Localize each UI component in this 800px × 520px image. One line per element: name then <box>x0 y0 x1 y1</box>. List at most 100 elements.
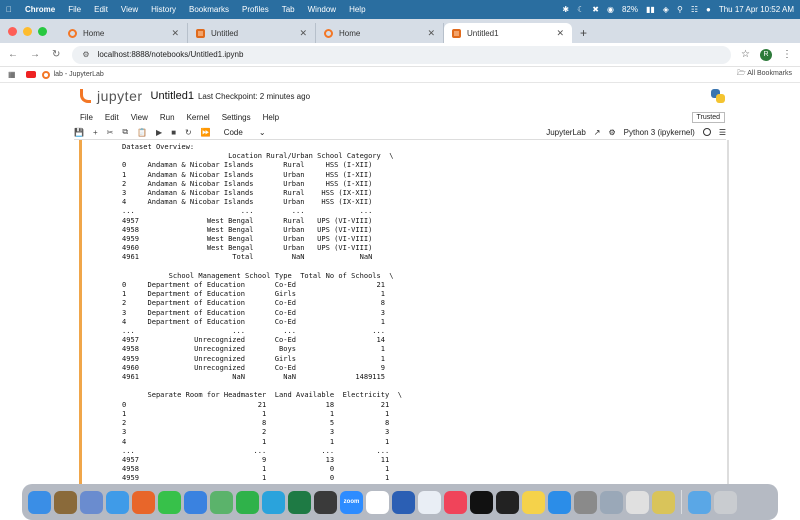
battery-icon[interactable]: ▮▮ <box>646 5 655 14</box>
gear-icon[interactable]: ⚙ <box>609 128 616 137</box>
menu-file[interactable]: File <box>68 5 81 14</box>
menu-profiles[interactable]: Profiles <box>242 5 269 14</box>
add-cell-icon[interactable]: + <box>93 128 98 137</box>
bookmark-star-icon[interactable]: ☆ <box>741 49 750 60</box>
kernel-name[interactable]: Python 3 (ipykernel) <box>624 128 695 137</box>
app-name[interactable]: Chrome <box>25 5 55 14</box>
messages-icon[interactable] <box>158 490 181 514</box>
battery-percent[interactable]: 82% <box>622 5 638 14</box>
wifi-icon[interactable]: ◈ <box>663 5 669 14</box>
calendar-icon[interactable] <box>366 490 389 514</box>
copy-icon[interactable]: ⧉ <box>122 127 128 137</box>
notebook-area[interactable]: Dataset Overview: Location Rural/Urban S… <box>0 140 800 484</box>
zoom-window-button[interactable] <box>38 27 47 36</box>
settings-icon[interactable] <box>574 490 597 514</box>
reload-icon[interactable]: ↻ <box>52 49 60 60</box>
jmenu-settings[interactable]: Settings <box>222 113 251 122</box>
menu-tab[interactable]: Tab <box>282 5 295 14</box>
control-center-icon[interactable]: ☷ <box>691 5 698 14</box>
new-tab-icon[interactable]: + <box>580 23 587 43</box>
telegram-icon[interactable] <box>262 490 285 514</box>
mail-icon[interactable] <box>184 490 207 514</box>
minimize-window-button[interactable] <box>23 27 32 36</box>
stop-icon[interactable]: ■ <box>171 128 176 137</box>
close-icon[interactable]: ✕ <box>171 28 179 39</box>
music-icon[interactable] <box>444 490 467 514</box>
trusted-badge[interactable]: Trusted <box>691 111 725 123</box>
record-icon[interactable]: ◉ <box>607 5 614 14</box>
apps-grid-icon[interactable] <box>80 490 103 514</box>
bluetooth-icon[interactable]: ✱ <box>562 5 569 14</box>
menu-window[interactable]: Window <box>308 5 336 14</box>
bookmark-jupyterlab[interactable]: lab - JupyterLab <box>54 71 104 78</box>
finder-icon[interactable] <box>28 490 51 514</box>
safari-icon[interactable] <box>106 490 129 514</box>
url-field[interactable]: ⚙ localhost:8888/notebooks/Untitled1.ipy… <box>72 45 732 64</box>
profile-avatar[interactable]: R <box>760 48 772 61</box>
cut-icon[interactable]: ✂ <box>107 128 114 137</box>
close-icon[interactable]: ✕ <box>299 28 307 39</box>
close-icon[interactable]: ✕ <box>556 28 564 39</box>
browser-tab-home[interactable]: Home ✕ <box>60 23 188 43</box>
run-icon[interactable]: ▶ <box>156 128 162 137</box>
appstore-icon[interactable] <box>548 490 571 514</box>
notes-icon[interactable] <box>522 490 545 514</box>
site-info-icon[interactable]: ⚙ <box>82 50 89 59</box>
menu-help[interactable]: Help <box>349 5 365 14</box>
terminal-alt-icon[interactable] <box>314 490 337 514</box>
menu-edit[interactable]: Edit <box>94 5 108 14</box>
notebook-title[interactable]: Untitled1 <box>151 90 194 102</box>
apps-grid-icon[interactable]: ▦ <box>8 70 16 79</box>
close-icon[interactable]: ✕ <box>427 28 435 39</box>
chrome-icon[interactable] <box>626 490 649 514</box>
firefox-icon[interactable] <box>132 490 155 514</box>
freeform-icon[interactable] <box>418 490 441 514</box>
launchpad-icon[interactable] <box>54 490 77 514</box>
clock[interactable]: Thu 17 Apr 10:52 AM <box>719 5 794 14</box>
notebook-scrollbar[interactable] <box>727 140 729 484</box>
menu-view[interactable]: View <box>121 5 138 14</box>
maps-icon[interactable] <box>210 490 233 514</box>
cell-type-select[interactable]: Code ⌄ <box>224 128 266 137</box>
mute-icon[interactable]: ✖ <box>592 5 599 14</box>
facetime-icon[interactable] <box>236 490 259 514</box>
word-icon[interactable] <box>392 490 415 514</box>
restart-run-all-icon[interactable]: ⏩ <box>201 128 211 137</box>
back-icon[interactable]: ← <box>8 49 18 60</box>
jmenu-kernel[interactable]: Kernel <box>187 113 210 122</box>
appletv-icon[interactable] <box>470 490 493 514</box>
browser-tab-untitled1[interactable]: Untitled1 ✕ <box>444 23 572 43</box>
python-launcher-icon[interactable] <box>652 490 675 514</box>
all-bookmarks[interactable]: 🗁 All Bookmarks <box>737 69 792 80</box>
jmenu-view[interactable]: View <box>131 113 148 122</box>
browser-tab-home-2[interactable]: Home ✕ <box>316 23 444 43</box>
menu-bookmarks[interactable]: Bookmarks <box>189 5 229 14</box>
forward-icon[interactable]: → <box>30 49 40 60</box>
terminal-icon[interactable] <box>496 490 519 514</box>
youtube-icon[interactable] <box>25 71 36 78</box>
more-menu-icon[interactable]: ⋮ <box>782 49 792 60</box>
jmenu-file[interactable]: File <box>80 113 93 122</box>
search-icon[interactable]: ⚲ <box>677 5 683 14</box>
excel-icon[interactable] <box>288 490 311 514</box>
moon-icon[interactable]: ☾ <box>577 5 584 14</box>
jupyter-logo-icon[interactable] <box>80 89 91 103</box>
jupyterlab-link[interactable]: JupyterLab <box>546 128 586 137</box>
jmenu-help[interactable]: Help <box>263 113 279 122</box>
siri-icon[interactable]: ● <box>706 5 711 14</box>
folder-icon[interactable] <box>688 490 711 514</box>
jmenu-run[interactable]: Run <box>160 113 175 122</box>
paste-icon[interactable]: 📋 <box>137 128 147 137</box>
restart-icon[interactable]: ↻ <box>185 128 192 137</box>
close-window-button[interactable] <box>8 27 17 36</box>
jupyter-wordmark[interactable]: jupyter <box>97 88 143 104</box>
hamburger-menu-icon[interactable]: ☰ <box>719 128 726 137</box>
external-link-icon[interactable]: ↗ <box>594 128 601 137</box>
zoom-icon[interactable]: zoom <box>340 490 363 514</box>
apple-icon[interactable]:  <box>6 5 12 14</box>
jmenu-edit[interactable]: Edit <box>105 113 119 122</box>
save-icon[interactable]: 💾 <box>74 128 84 137</box>
trash-icon[interactable] <box>714 490 737 514</box>
browser-tab-untitled[interactable]: Untitled ✕ <box>188 23 316 43</box>
menu-history[interactable]: History <box>151 5 176 14</box>
